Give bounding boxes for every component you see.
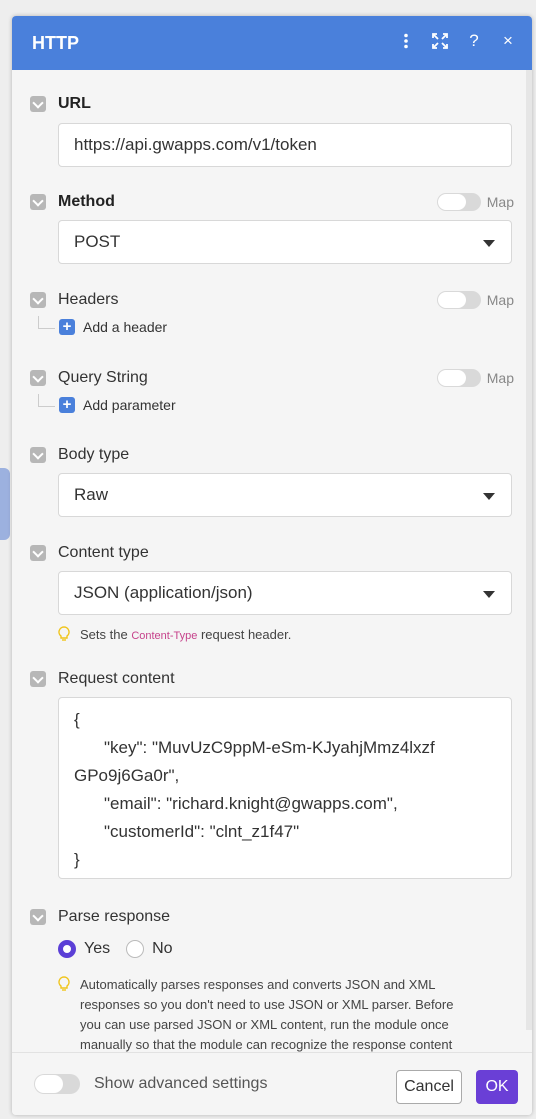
method-map-toggle[interactable]: Map: [436, 193, 514, 211]
hint-line: manually so that the module can recogniz…: [80, 1037, 453, 1052]
url-label: URL: [58, 95, 91, 112]
content-type-hint-prefix: Sets the: [80, 627, 132, 642]
parse-response-hint: Automatically parses responses and conve…: [58, 975, 518, 1052]
close-icon[interactable]: ×: [498, 31, 518, 51]
tree-connector: [38, 393, 55, 407]
code-line: "email": "richard.knight@gwapps.com",: [104, 794, 398, 813]
parse-response-collapse-checkbox[interactable]: [30, 909, 46, 925]
canvas-side-handle[interactable]: [0, 468, 10, 540]
method-field: Method Map POST: [12, 190, 532, 264]
content-type-collapse-checkbox[interactable]: [30, 545, 46, 561]
parse-response-no-radio[interactable]: [126, 940, 145, 958]
hint-line: Automatically parses responses and conve…: [80, 977, 436, 992]
parse-response-label: Parse response: [58, 908, 171, 925]
query-string-collapse-checkbox[interactable]: [30, 370, 46, 386]
header-icons: ? ×: [396, 31, 518, 51]
ok-button[interactable]: OK: [476, 1070, 518, 1104]
url-field: URL https://api.gwapps.com/v1/token: [12, 92, 532, 167]
cancel-button[interactable]: Cancel: [396, 1070, 462, 1104]
advanced-settings-label: Show advanced settings: [94, 1075, 268, 1092]
method-select-value: POST: [74, 232, 121, 251]
lightbulb-icon: [58, 976, 70, 991]
parse-response-field: Parse response Yes No Automatically pars…: [12, 905, 532, 1052]
dialog-footer: Show advanced settings Cancel OK: [12, 1052, 532, 1115]
headers-map-switch[interactable]: [436, 291, 481, 309]
http-module-dialog: HTTP ? × URL https://api.gwapps.com/v1/t…: [12, 16, 532, 1115]
chevron-down-icon: [483, 240, 495, 247]
add-header-button[interactable]: + Add a header: [38, 315, 168, 338]
method-select[interactable]: POST: [58, 220, 512, 264]
body-type-select[interactable]: Raw: [58, 473, 512, 517]
plus-icon: +: [59, 319, 75, 335]
headers-map-toggle[interactable]: Map: [436, 291, 514, 309]
request-content-label: Request content: [58, 670, 175, 687]
method-map-label: Map: [486, 194, 514, 210]
code-line: {: [74, 710, 80, 729]
parse-response-no-label[interactable]: No: [152, 940, 172, 958]
headers-label: Headers: [58, 291, 119, 308]
content-type-field: Content type JSON (application/json) Set…: [12, 541, 532, 642]
parse-response-yes-label[interactable]: Yes: [84, 940, 110, 958]
request-content-collapse-checkbox[interactable]: [30, 671, 46, 687]
dialog-scrollbar[interactable]: [526, 70, 532, 1030]
query-string-map-label: Map: [486, 370, 514, 386]
url-collapse-checkbox[interactable]: [30, 96, 46, 112]
request-content-editor[interactable]: { "key": "MuvUzC9ppM-eSm-KJyahjMmz4lxzf …: [58, 697, 512, 879]
add-parameter-label: Add parameter: [83, 397, 176, 413]
parse-response-radio-group: Yes No: [58, 937, 189, 961]
tree-connector: [38, 315, 55, 329]
request-content-field: Request content { "key": "MuvUzC9ppM-eSm…: [12, 667, 532, 879]
expand-icon[interactable]: [430, 31, 450, 51]
code-line: "key": "MuvUzC9ppM-eSm-KJyahjMmz4lxzf: [104, 738, 435, 757]
parse-response-yes-radio[interactable]: [58, 940, 76, 958]
headers-field: Headers Map + Add a header: [12, 288, 532, 335]
code-line: "customerId": "clnt_z1f47": [104, 822, 300, 841]
content-type-label: Content type: [58, 544, 149, 561]
lightbulb-icon: [58, 626, 70, 641]
advanced-settings-switch[interactable]: [34, 1074, 80, 1094]
method-label: Method: [58, 193, 115, 210]
content-type-select-value: JSON (application/json): [74, 583, 253, 602]
chevron-down-icon: [483, 493, 495, 500]
code-line: }: [74, 850, 80, 869]
url-input[interactable]: https://api.gwapps.com/v1/token: [58, 123, 512, 167]
content-type-hint: Sets the Content-Type request header.: [58, 625, 291, 646]
query-string-map-switch[interactable]: [436, 369, 481, 387]
hint-line: you can use parsed JSON or XML content, …: [80, 1017, 449, 1032]
plus-icon: +: [59, 397, 75, 413]
query-string-field: Query String Map + Add parameter: [12, 366, 532, 413]
code-line: GPo9j6Ga0r",: [74, 766, 180, 785]
add-header-label: Add a header: [83, 319, 168, 335]
body-type-collapse-checkbox[interactable]: [30, 447, 46, 463]
kebab-menu-icon[interactable]: [396, 31, 416, 51]
query-string-map-toggle[interactable]: Map: [436, 369, 514, 387]
method-map-switch[interactable]: [436, 193, 481, 211]
dialog-title: HTTP: [32, 33, 79, 53]
content-type-hint-code: Content-Type: [131, 630, 198, 642]
query-string-label: Query String: [58, 369, 148, 386]
add-parameter-button[interactable]: + Add parameter: [38, 393, 176, 416]
dialog-header: HTTP ? ×: [12, 16, 532, 70]
content-type-hint-suffix: request header.: [197, 627, 292, 642]
headers-collapse-checkbox[interactable]: [30, 292, 46, 308]
parse-response-hint-text: Automatically parses responses and conve…: [80, 975, 518, 1052]
hint-line: responses so you don't need to use JSON …: [80, 997, 454, 1012]
dialog-body: URL https://api.gwapps.com/v1/token Meth…: [12, 70, 532, 1052]
method-collapse-checkbox[interactable]: [30, 194, 46, 210]
advanced-settings-toggle[interactable]: Show advanced settings: [34, 1074, 267, 1094]
body-type-label: Body type: [58, 446, 130, 463]
headers-map-label: Map: [486, 292, 514, 308]
chevron-down-icon: [483, 591, 495, 598]
help-icon[interactable]: ?: [464, 31, 484, 51]
body-type-select-value: Raw: [74, 485, 109, 504]
content-type-select[interactable]: JSON (application/json): [58, 571, 512, 615]
body-type-field: Body type Raw: [12, 443, 532, 517]
